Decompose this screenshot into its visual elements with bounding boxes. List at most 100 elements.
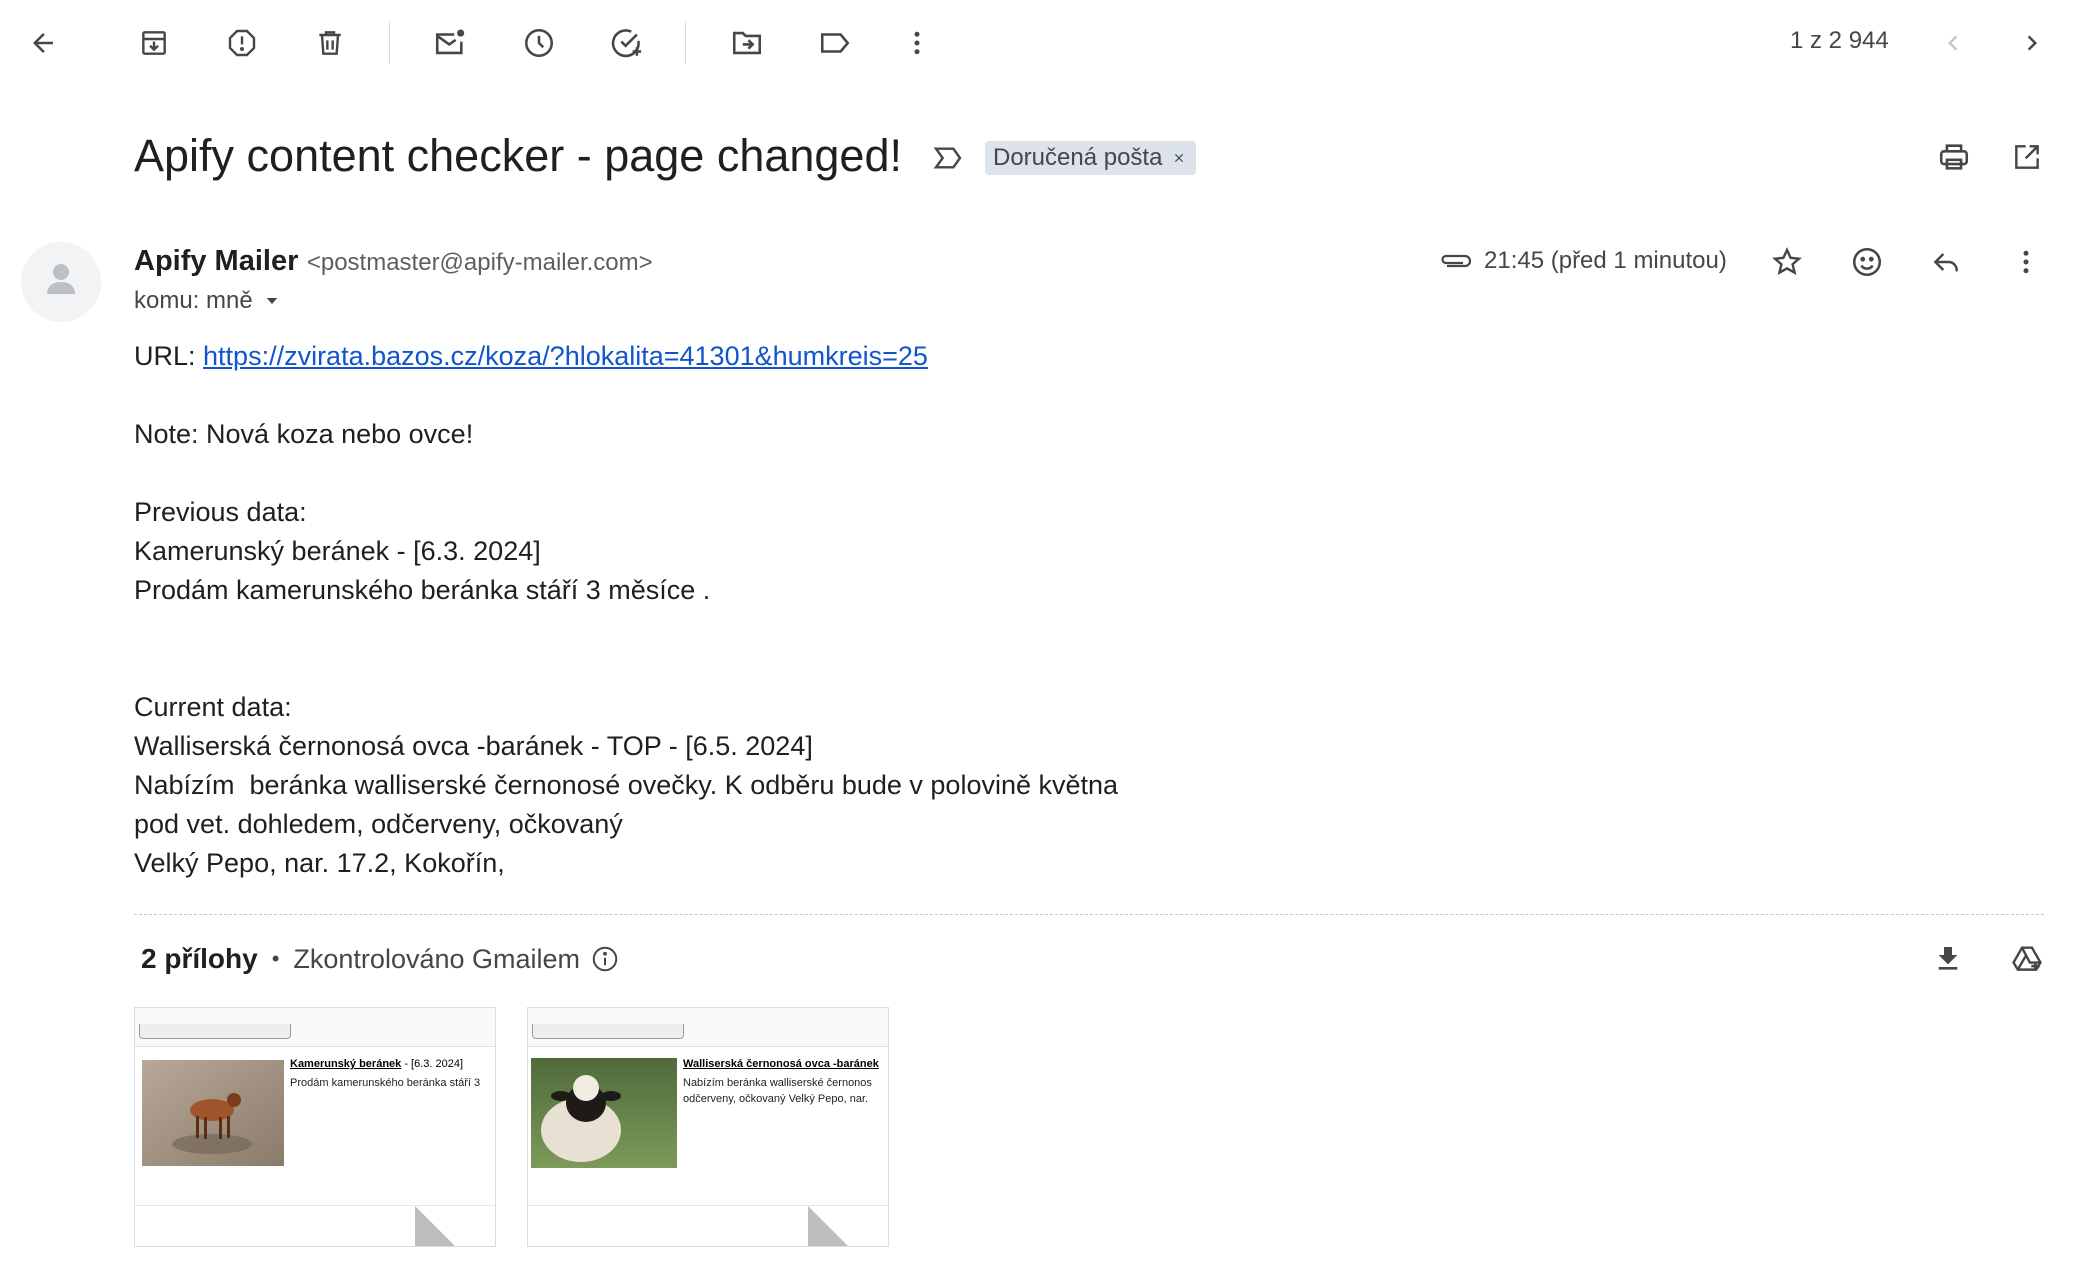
preview-header <box>135 1008 495 1047</box>
page-fold-corner <box>455 1206 495 1246</box>
email-subject: Apify content checker - page changed! <box>134 130 902 181</box>
current-data-line: Nabízím beránka walliserské černonosé ov… <box>134 770 1119 800</box>
caret-down-icon <box>266 298 277 304</box>
message-more-button[interactable] <box>2005 241 2047 283</box>
attachment-date: - [6.3. 2024] <box>401 1058 464 1070</box>
archive-icon <box>142 31 166 55</box>
add-to-drive-icon <box>2012 946 2042 971</box>
more-vertical-icon <box>2023 250 2029 274</box>
newer-button[interactable] <box>1932 22 1974 64</box>
move-to-button[interactable] <box>726 22 768 64</box>
snooze-button[interactable] <box>518 22 560 64</box>
download-icon <box>1938 947 1958 970</box>
archive-button[interactable] <box>133 22 175 64</box>
preview-tab <box>139 1024 291 1039</box>
mark-unread-button[interactable] <box>429 22 471 64</box>
current-data-line: Walliserská černonosá ovca -baránek - TO… <box>134 731 813 761</box>
sender-name[interactable]: Apify Mailer <box>134 245 298 277</box>
label-chip-inbox: Doručená pošta <box>985 141 1197 175</box>
info-icon[interactable] <box>590 944 620 974</box>
attachment-card[interactable]: Kamerunský beránek - [6.3. 2024] Prodám … <box>134 1007 496 1247</box>
recipient-line: komu: mně <box>134 287 253 314</box>
toolbar-divider <box>389 22 390 64</box>
attachment-description: Nabízím beránka walliserské černonos odče… <box>683 1075 872 1107</box>
importance-icon <box>933 147 962 169</box>
more-actions-button[interactable] <box>896 22 938 64</box>
person-icon <box>47 264 75 294</box>
attachment-title: Walliserská černonosá ovca -baránek <box>683 1058 879 1070</box>
url-label: URL: <box>134 341 204 371</box>
print-icon <box>1939 144 1969 170</box>
arrow-left-icon <box>33 33 53 53</box>
sender-email: <postmaster@apify-mailer.com> <box>306 249 653 276</box>
trash-icon <box>319 31 341 55</box>
clock-icon <box>524 28 554 58</box>
older-button[interactable] <box>2011 22 2053 64</box>
attachment-card[interactable]: Walliserská černonosá ovca -baránek Nabí… <box>527 1007 889 1247</box>
remove-label-button[interactable] <box>1172 151 1186 165</box>
previous-data-header: Previous data: <box>134 497 307 527</box>
attachment-title-line: Kamerunský beránek - [6.3. 2024] <box>290 1058 463 1070</box>
preview-tab <box>532 1024 684 1039</box>
move-to-folder-icon <box>732 31 762 55</box>
more-vertical-icon <box>914 31 920 55</box>
toolbar-divider <box>685 22 686 64</box>
attachment-desc-line: Prodám kamerunského beránka stáří 3 <box>290 1077 481 1089</box>
attachment-desc-line: Nabízím beránka walliserské černonos <box>683 1077 872 1089</box>
sheep-photo <box>531 1058 677 1168</box>
sender-line: Apify Mailer <postmaster@apify-mailer.co… <box>134 245 653 278</box>
back-button[interactable] <box>22 22 64 64</box>
body-url-line: URL: https://zvirata.bazos.cz/koza/?hlok… <box>134 337 928 376</box>
recipient-details-toggle[interactable]: komu: mně <box>134 287 281 315</box>
importance-marker[interactable] <box>930 140 966 176</box>
attachment-title: Kamerunský beránek <box>290 1058 402 1070</box>
virus-scan-label: Zkontrolováno Gmailem <box>293 943 581 974</box>
monitored-url-link[interactable]: https://zvirata.bazos.cz/koza/?hlokalita… <box>203 341 928 371</box>
attachment-indicator <box>1436 244 1476 278</box>
download-all-button[interactable] <box>1927 938 1969 980</box>
attachments-divider <box>134 914 2044 915</box>
message-counter: 1 z 2 944 <box>1790 27 1889 54</box>
attachment-title-line: Walliserská černonosá ovca -baránek <box>683 1058 879 1070</box>
reply-button[interactable] <box>1925 241 1967 283</box>
attachments-header: 2 přílohy • Zkontrolováno Gmailem <box>141 943 620 975</box>
paperclip-icon <box>1441 254 1472 268</box>
page-fold-corner <box>848 1206 888 1246</box>
chevron-left-icon <box>1948 35 1958 51</box>
current-data-line: Velký Pepo, nar. 17.2, Kokořín, <box>134 848 505 878</box>
bullet-separator: • <box>271 946 280 971</box>
print-button[interactable] <box>1933 136 1975 178</box>
label-chip-text: Doručená pošta <box>993 144 1163 171</box>
message-time: 21:45 (před 1 minutou) <box>1484 247 1727 274</box>
close-icon <box>1175 153 1184 163</box>
save-to-drive-button[interactable] <box>2006 938 2048 980</box>
emoji-icon <box>1852 247 1882 277</box>
star-icon <box>1772 247 1802 276</box>
page-fold <box>808 1206 848 1246</box>
body-note: Note: Nová koza nebo ovce! <box>134 419 474 449</box>
add-task-icon <box>611 29 642 58</box>
delete-button[interactable] <box>309 22 351 64</box>
current-data-header: Current data: <box>134 692 292 722</box>
previous-data-line: Kamerunský beránek - [6.3. 2024] <box>134 536 541 566</box>
add-reaction-button[interactable] <box>1846 241 1888 283</box>
attachments-count: 2 přílohy <box>141 943 258 974</box>
goat-photo <box>142 1060 284 1166</box>
labels-button[interactable] <box>814 22 856 64</box>
add-task-button[interactable] <box>606 22 648 64</box>
reply-icon <box>1933 253 1958 272</box>
open-in-new-icon <box>2015 145 2039 169</box>
current-data-line: pod vet. dohledem, odčerveny, očkovaný <box>134 809 623 839</box>
mark-unread-icon <box>435 29 465 55</box>
star-button[interactable] <box>1766 241 1808 283</box>
label-icon <box>820 33 850 53</box>
preview-header <box>528 1008 888 1047</box>
sender-avatar[interactable] <box>21 242 101 322</box>
chevron-right-icon <box>2027 35 2037 51</box>
report-spam-button[interactable] <box>221 22 263 64</box>
report-icon <box>228 29 256 57</box>
attachment-desc-line: odčerveny, očkovaný Velký Pepo, nar. <box>683 1093 869 1105</box>
open-new-window-button[interactable] <box>2006 136 2048 178</box>
previous-data-line: Prodám kamerunského beránka stáří 3 měsí… <box>134 575 711 605</box>
page-fold <box>415 1206 455 1246</box>
